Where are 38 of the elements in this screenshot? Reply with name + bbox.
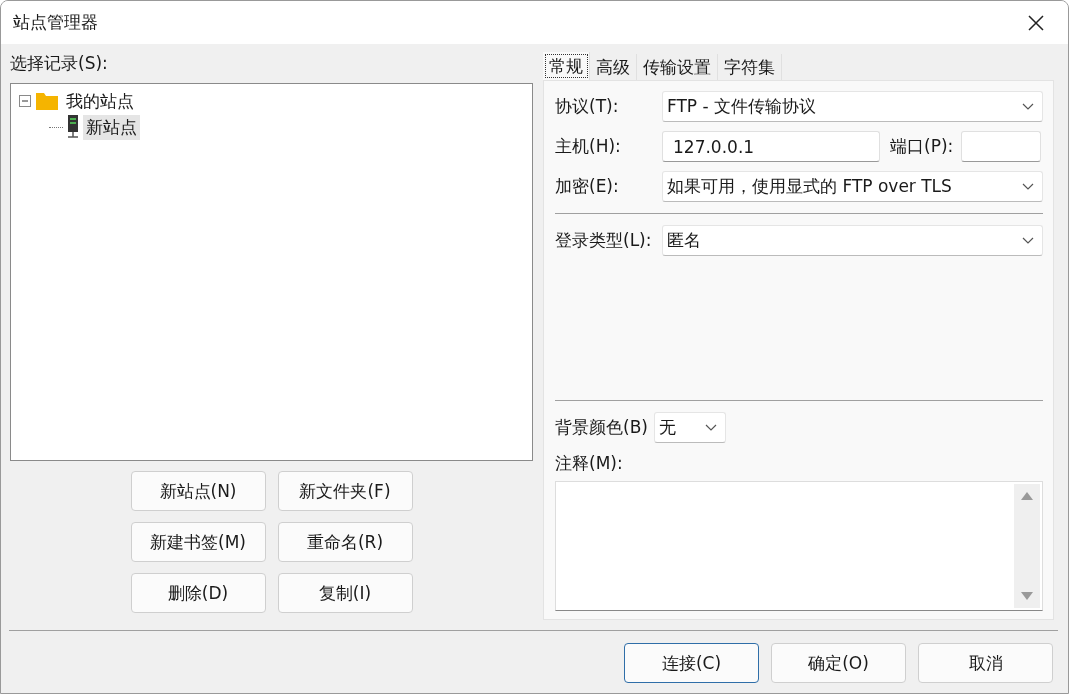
scroll-up-icon[interactable] (1021, 492, 1033, 500)
field-label: 协议(T): (555, 95, 620, 118)
field-label: 背景颜色(B) (555, 416, 648, 439)
dialog-button[interactable]: 连接(C) (624, 643, 759, 683)
scroll-down-icon[interactable] (1021, 592, 1033, 600)
comments-field[interactable] (555, 481, 1043, 611)
chevron-down-icon (1022, 237, 1034, 244)
site-action-button[interactable]: 新站点(N) (130, 471, 266, 511)
site-list-label: 选择记录(S): (10, 52, 109, 75)
server-icon (67, 115, 79, 139)
field-label: 端口(P): (890, 135, 954, 158)
folder-icon (35, 91, 59, 111)
logon-type-dropdown[interactable]: 匿名 (662, 225, 1043, 256)
tree-item[interactable]: 新站点 (83, 114, 140, 140)
field-label: 主机(H): (555, 135, 622, 158)
site-action-button[interactable]: 删除(D) (130, 573, 266, 613)
close-icon (1028, 14, 1044, 31)
window-title: 站点管理器 (13, 11, 98, 34)
site-action-button[interactable]: 复制(I) (277, 573, 413, 613)
chevron-down-icon (1022, 103, 1034, 110)
chevron-down-icon (704, 424, 717, 431)
tab[interactable]: 常规 (543, 52, 590, 80)
protocol-dropdown[interactable]: FTP - 文件传输协议 (662, 91, 1043, 122)
field-label: 加密(E): (555, 175, 620, 198)
dialog-button[interactable]: 取消 (918, 643, 1053, 683)
dialog-button[interactable]: 确定(O) (771, 643, 906, 683)
tree-item[interactable]: 我的站点 (63, 88, 137, 114)
site-action-button[interactable]: 新建书签(M) (130, 522, 266, 562)
background-color-dropdown[interactable]: 无 (653, 412, 726, 443)
host-field[interactable]: 127.0.0.1 (662, 131, 880, 162)
encryption-dropdown[interactable]: 如果可用，使用显式的 FTP over TLS (662, 171, 1043, 202)
field-label: 登录类型(L): (555, 229, 653, 252)
collapse-icon[interactable] (19, 95, 31, 107)
port-field[interactable] (961, 131, 1042, 162)
chevron-down-icon (1022, 183, 1034, 190)
field-label: 注释(M): (555, 452, 624, 475)
site-action-button[interactable]: 新文件夹(F) (277, 471, 413, 511)
site-action-button[interactable]: 重命名(R) (277, 522, 413, 562)
